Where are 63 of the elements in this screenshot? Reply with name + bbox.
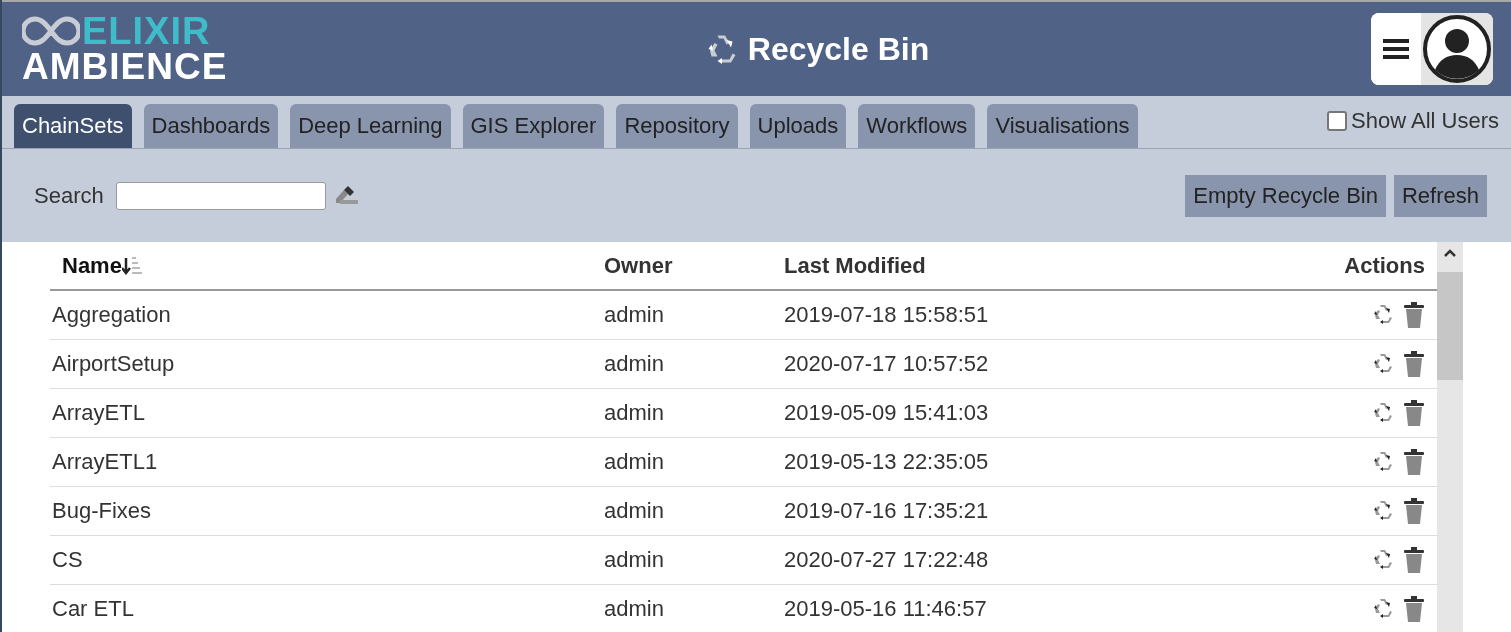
restore-recycle-icon[interactable] xyxy=(1371,351,1395,375)
table-cell-text: admin xyxy=(603,351,665,377)
tab[interactable]: Deep Learning xyxy=(290,104,451,148)
trash-icon[interactable] xyxy=(1403,302,1425,328)
table-cell-text: Aggregation xyxy=(51,302,172,328)
trash-icon[interactable] xyxy=(1403,596,1425,622)
search-field[interactable] xyxy=(115,181,326,210)
show-all-users-checkbox[interactable] xyxy=(1327,111,1348,131)
tab[interactable]: GIS Explorer xyxy=(462,104,605,148)
trash-icon[interactable] xyxy=(1403,498,1425,524)
column-header[interactable]: Name xyxy=(62,252,122,279)
logo-text: AMBIENCE xyxy=(22,49,229,85)
search-label: Search xyxy=(34,182,104,209)
table-cell-text: ArrayETL xyxy=(51,400,146,426)
tab[interactable]: Uploads xyxy=(749,104,847,148)
restore-recycle-icon[interactable] xyxy=(1371,596,1395,620)
table-cell-text: admin xyxy=(603,449,665,475)
eraser-icon[interactable] xyxy=(333,184,360,207)
menu-icon xyxy=(1383,38,1409,60)
table-cell-text: admin xyxy=(603,302,665,328)
tab[interactable]: Workflows xyxy=(858,104,976,148)
restore-recycle-icon[interactable] xyxy=(1371,400,1395,424)
table-cell-text: 2019-05-16 11:46:57 xyxy=(784,596,988,622)
table-cell-text: 2019-07-16 17:35:21 xyxy=(784,498,990,524)
restore-recycle-icon[interactable] xyxy=(1371,302,1395,326)
table-cell-text: admin xyxy=(603,596,665,622)
tab[interactable]: Visualisations xyxy=(987,104,1138,148)
scrollbar[interactable] xyxy=(1437,242,1463,632)
sort-descending-icon[interactable] xyxy=(121,254,142,277)
table-cell-text: 2019-07-18 15:58:51 xyxy=(784,302,990,328)
table-cell-text: 2019-05-13 22:35:05 xyxy=(784,449,990,475)
table-cell-text: 2020-07-27 17:22:48 xyxy=(784,547,990,573)
trash-icon[interactable] xyxy=(1403,449,1425,475)
trash-icon[interactable] xyxy=(1403,547,1425,573)
trash-icon[interactable] xyxy=(1403,400,1425,426)
table-cell-text: Car ETL xyxy=(51,596,135,622)
table-cell-text: ArrayETL1 xyxy=(51,449,159,475)
page-title: Recycle Bin xyxy=(747,30,930,68)
trash-icon[interactable] xyxy=(1403,351,1425,377)
toolbar-button[interactable]: Refresh xyxy=(1393,174,1487,217)
scroll-up-icon[interactable] xyxy=(1443,248,1457,258)
tab[interactable]: Dashboards xyxy=(143,104,279,148)
tab[interactable]: Repository xyxy=(616,104,738,148)
table-cell-text: AirportSetup xyxy=(51,351,176,377)
user-avatar-icon[interactable] xyxy=(1422,14,1492,84)
table-cell-text: Bug-Fixes xyxy=(51,498,153,524)
table-cell-text: 2020-07-17 10:57:52 xyxy=(784,351,990,377)
checkbox-label: Show All Users xyxy=(1351,108,1499,134)
restore-recycle-icon[interactable] xyxy=(1371,449,1395,473)
table-cell-text: admin xyxy=(603,400,665,426)
infinity-logo-icon xyxy=(22,14,80,48)
table-cell-text: 2019-05-09 15:41:03 xyxy=(784,400,990,426)
logo-text: ELIXIR xyxy=(82,13,211,49)
tab[interactable]: ChainSets xyxy=(14,104,132,148)
restore-recycle-icon[interactable] xyxy=(1371,498,1395,522)
column-header[interactable]: Owner xyxy=(604,252,673,279)
table-cell-text: admin xyxy=(603,547,665,573)
toolbar-button[interactable]: Empty Recycle Bin xyxy=(1185,174,1386,217)
table-cell-text: CS xyxy=(51,547,84,573)
column-header[interactable]: Last Modified xyxy=(784,252,926,279)
table-cell-text: admin xyxy=(603,498,665,524)
restore-recycle-icon[interactable] xyxy=(1371,547,1395,571)
column-header[interactable]: Actions xyxy=(1344,252,1425,279)
